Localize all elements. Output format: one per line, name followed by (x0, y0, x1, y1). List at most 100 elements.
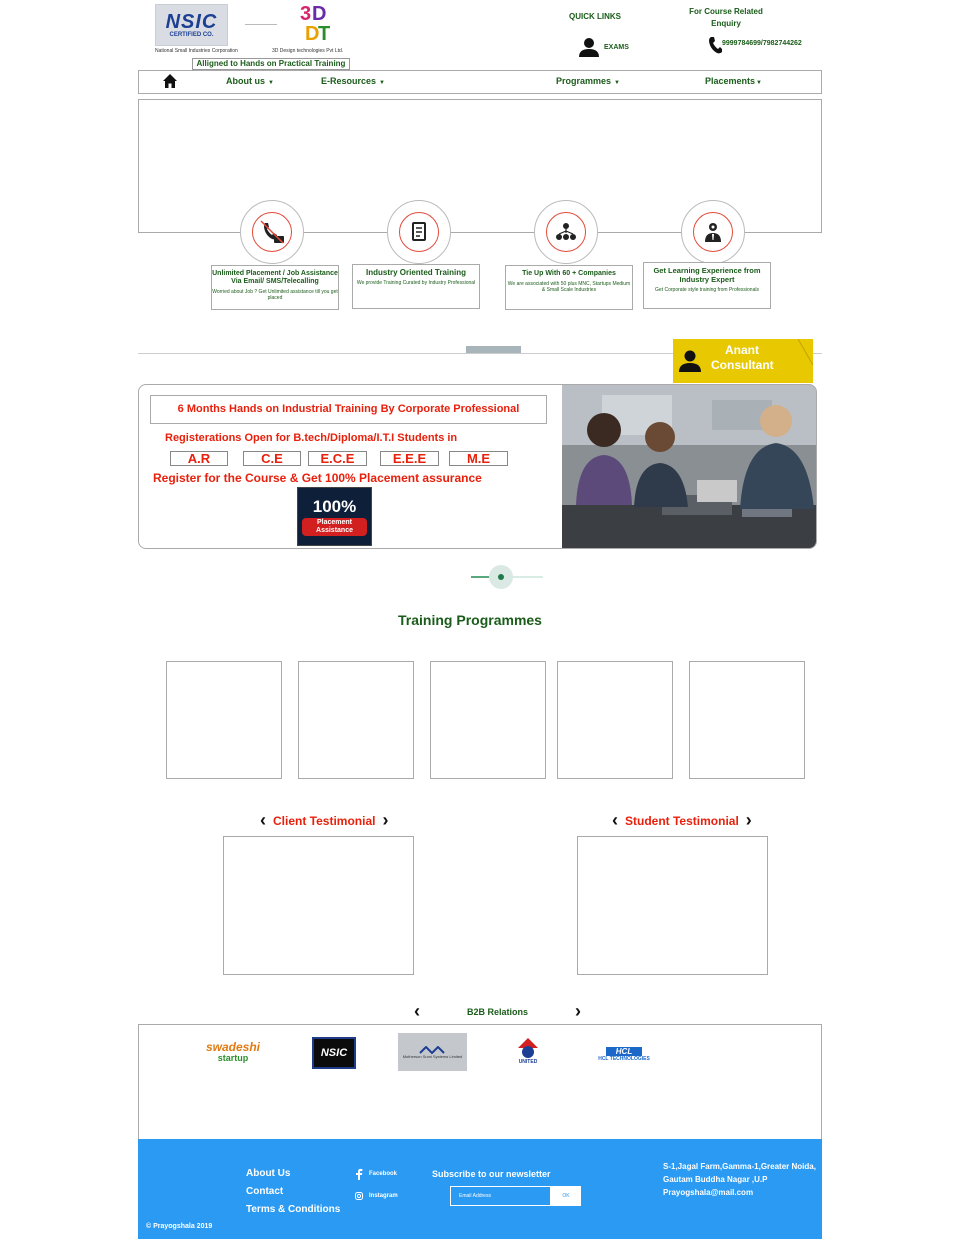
nav-programmes-label: Programmes (556, 76, 612, 86)
copyright: © Prayogshala 2019 (146, 1223, 213, 1230)
tagline: Alligned to Hands on Practical Training (192, 58, 350, 70)
client-testimonial-box (223, 836, 414, 975)
branch-me: M.E (449, 451, 508, 466)
programme-card[interactable] (430, 661, 546, 779)
carousel-indicator[interactable] (471, 563, 543, 591)
instagram-link[interactable]: Instagram (355, 1192, 398, 1200)
nav-placements[interactable]: Placements▼ (705, 76, 762, 86)
feature-tieup-desc: We are associated with 50 plus MNC, Star… (507, 281, 631, 293)
united-logo-text: UNITED (518, 1059, 538, 1065)
newsletter-heading: Subscribe to our newsletter (432, 1169, 551, 1179)
united-logo[interactable]: UNITED (514, 1033, 542, 1069)
nav-about-us[interactable]: About us ▼ (226, 76, 274, 86)
newsletter-ok-button[interactable]: OK (551, 1186, 581, 1206)
branch-ece: E.C.E (308, 451, 367, 466)
nav-programmes[interactable]: Programmes ▼ (556, 76, 620, 86)
feature-circle-expert (681, 200, 745, 264)
nsic-partner-logo[interactable]: NSIC (312, 1037, 356, 1069)
nsic-logo-sub: CERTIFIED CO. (169, 32, 214, 38)
client-testimonial-header: ‹ Client Testimonial › (256, 810, 392, 831)
nsic-partner-logo-text: NSIC (320, 1047, 348, 1059)
no-call-icon (260, 220, 284, 244)
promo-title: 6 Months Hands on Industrial Training By… (150, 395, 547, 424)
footer-address: S-1,Jagal Farm,Gamma-1,Greater Noida, Ga… (663, 1162, 816, 1184)
3d-design-caption: 3D Design technologies Pvt Ltd. (272, 48, 344, 54)
feature-expert: Get Learning Experience from Industry Ex… (643, 262, 771, 309)
chevron-down-icon: ▼ (756, 80, 762, 86)
svg-text:T: T (318, 23, 330, 45)
motherson-logo[interactable]: Motherson Sumi Systems Limited (398, 1033, 467, 1071)
training-programmes-title: Training Programmes (398, 612, 542, 628)
branch-ar: A.R (170, 451, 228, 466)
united-mark-icon (518, 1038, 538, 1058)
anant-consultant-banner[interactable]: Anant Consultant (673, 339, 813, 383)
expert-icon (705, 223, 721, 242)
exams-link[interactable]: EXAMS (604, 44, 629, 51)
feature-circle-training (387, 200, 451, 264)
svg-text:3: 3 (300, 3, 311, 25)
motherson-logo-text: Motherson Sumi Systems Limited (402, 1053, 463, 1059)
footer-about-link[interactable]: About Us (246, 1168, 290, 1179)
phone-number[interactable]: 9999784699/7982744262 (722, 40, 802, 47)
startup-logo-text: startup (217, 1053, 249, 1063)
feature-circle-placement (240, 200, 304, 264)
b2b-title: B2B Relations (466, 1006, 528, 1017)
chevron-left-icon[interactable]: ‹ (608, 810, 622, 831)
training-promo-card: 6 Months Hands on Industrial Training By… (138, 384, 817, 549)
feature-placement: Unlimited Placement / Job Assistance Via… (211, 265, 339, 310)
chevron-right-icon[interactable]: › (378, 810, 392, 831)
user-icon (679, 350, 701, 372)
consultant-name: Anant Consultant (711, 343, 774, 372)
svg-text:D: D (312, 3, 326, 25)
feature-training-title: Industry Oriented Training (365, 268, 466, 277)
course-enquiry-label: For Course Related Enquiry (689, 7, 763, 28)
branch-ce: C.E (243, 451, 301, 466)
badge-number: 100% (312, 496, 357, 516)
nav-e-resources[interactable]: E-Resources ▼ (321, 76, 385, 86)
chevron-down-icon: ▼ (614, 80, 620, 86)
main-nav: About us ▼ E-Resources ▼ Programmes ▼ Place… (138, 70, 822, 94)
home-icon[interactable] (163, 74, 177, 88)
client-testimonial-title: Client Testimonial (273, 813, 376, 828)
placement-badge: 100% Placement Assistance (297, 487, 372, 546)
slider-tab[interactable] (466, 346, 521, 353)
programme-card[interactable] (689, 661, 805, 779)
swadeshi-startup-logo[interactable]: swadeshi startup (205, 1035, 261, 1069)
chevron-down-icon: ▼ (379, 80, 385, 86)
document-icon (412, 222, 426, 241)
instagram-label: Instagram (369, 1193, 398, 1199)
chevron-right-icon[interactable]: › (742, 810, 756, 831)
chevron-right-icon[interactable]: › (571, 1001, 585, 1022)
chevron-left-icon[interactable]: ‹ (410, 1001, 424, 1022)
swadeshi-logo-text: swadeshi (205, 1040, 261, 1054)
feature-training: Industry Oriented Training We provide Tr… (352, 264, 480, 309)
feature-tieup: Tie Up With 60 + Companies We are associ… (505, 265, 633, 310)
student-testimonial-header: ‹ Student Testimonial › (608, 810, 756, 831)
footer-contact-link[interactable]: Contact (246, 1186, 283, 1197)
instagram-icon (355, 1192, 363, 1200)
phone-icon (709, 37, 722, 54)
nsic-caption: National Small Industries Corporation (155, 48, 238, 54)
motherson-mark-icon (418, 1045, 445, 1054)
chevron-left-icon[interactable]: ‹ (256, 810, 270, 831)
feature-tieup-title: Tie Up With 60 + Companies (522, 270, 616, 277)
nsic-logo[interactable]: NSIC CERTIFIED CO. (155, 4, 228, 46)
facebook-link[interactable]: Facebook (355, 1168, 397, 1180)
students-lab-photo (562, 385, 816, 548)
network-icon (556, 223, 576, 240)
user-icon[interactable] (578, 37, 600, 57)
programme-card[interactable] (166, 661, 282, 779)
3d-design-logo[interactable]: 3 D D T (298, 0, 334, 46)
newsletter-email-input[interactable] (450, 1186, 551, 1206)
student-testimonial-box (577, 836, 768, 975)
programme-card[interactable] (557, 661, 673, 779)
hcl-logo-mark: HCL (605, 1046, 643, 1056)
quick-links-heading: QUICK LINKS (569, 12, 621, 21)
programme-card[interactable] (298, 661, 414, 779)
footer-terms-link[interactable]: Terms & Conditions (246, 1204, 340, 1215)
feature-expert-title: Get Learning Experience from Industry Ex… (653, 266, 761, 284)
facebook-label: Facebook (369, 1171, 398, 1177)
footer: About Us Contact Terms & Conditions Face… (138, 1139, 822, 1239)
hcl-logo[interactable]: HCL HCL TECHNOLOGIES (592, 1043, 656, 1065)
footer-email[interactable]: Prayogshala@mail.com (663, 1186, 818, 1199)
